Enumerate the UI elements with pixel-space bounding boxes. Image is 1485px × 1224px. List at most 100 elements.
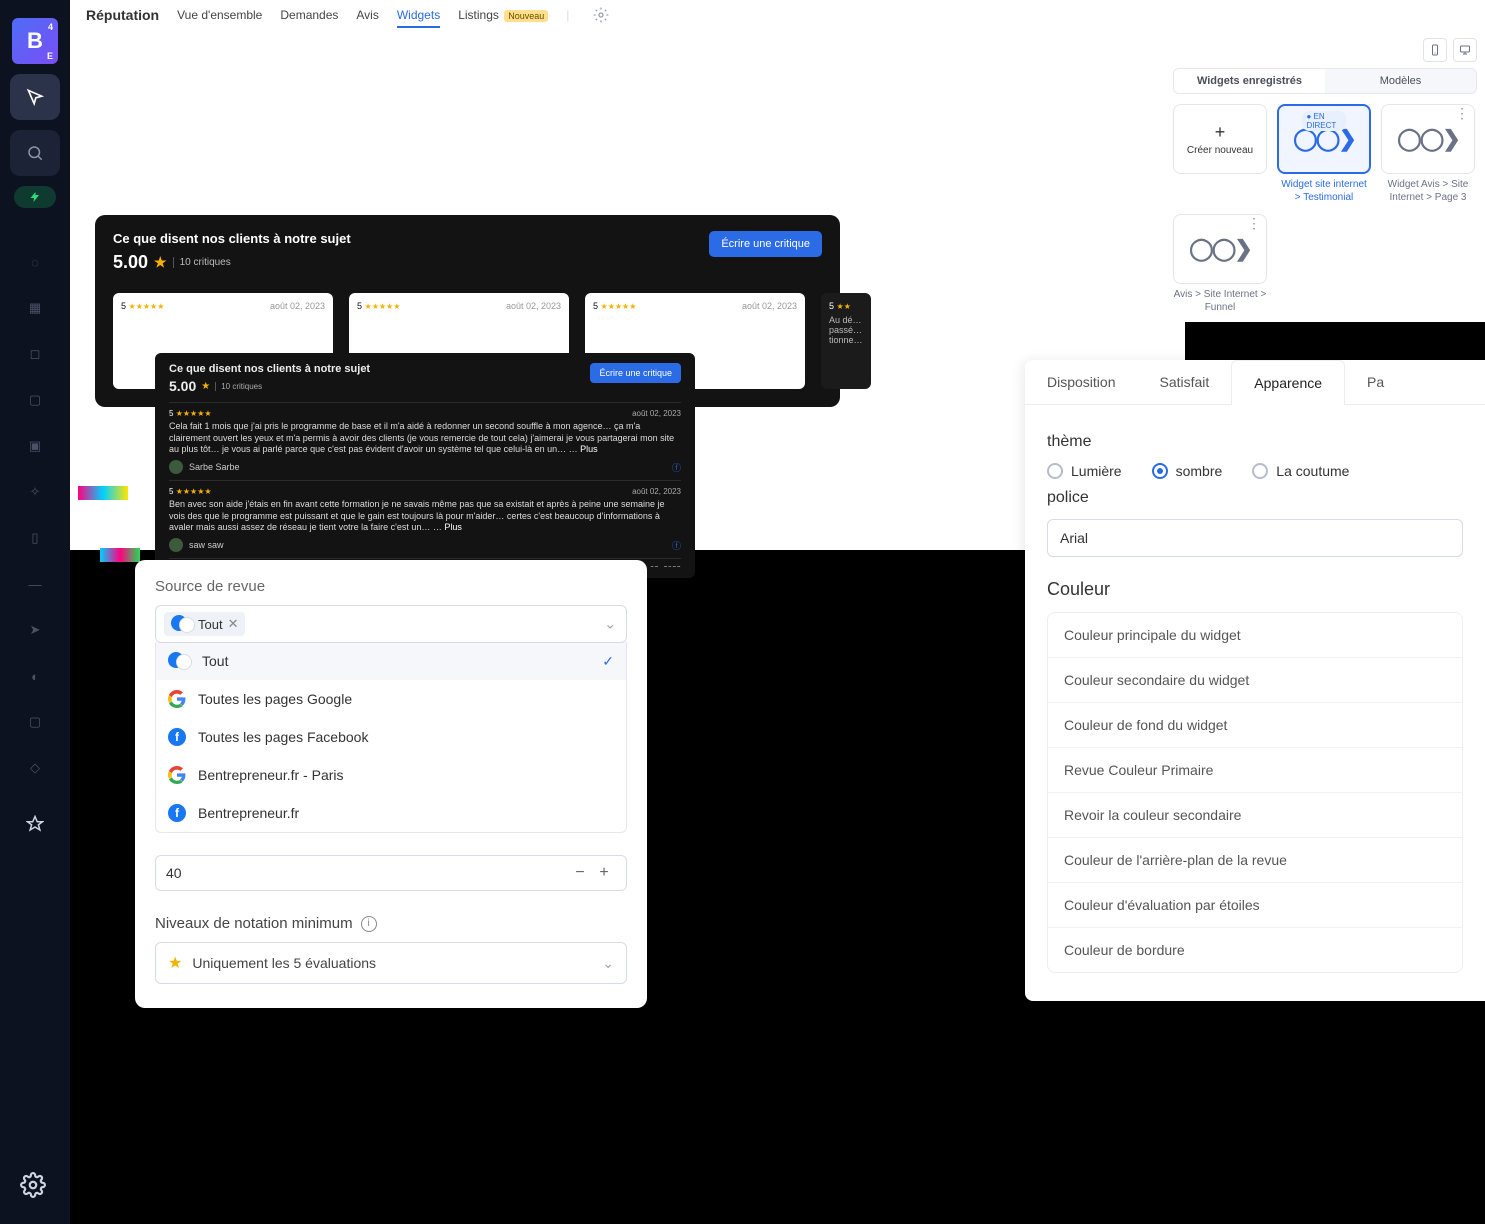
theme-title: thème xyxy=(1047,433,1463,451)
rail-cursor-icon[interactable] xyxy=(10,74,60,120)
google-icon xyxy=(168,766,186,784)
color-item[interactable]: Couleur secondaire du widget xyxy=(1048,657,1462,702)
font-select[interactable]: Arial xyxy=(1047,519,1463,557)
source-option[interactable]: Bentrepreneur.fr - Paris xyxy=(156,756,626,794)
all-sources-icon xyxy=(168,652,190,670)
chip-remove-icon[interactable]: ✕ xyxy=(228,616,239,632)
rail-search-icon[interactable] xyxy=(10,130,60,176)
tab-listings[interactable]: Listings Nouveau xyxy=(458,8,548,22)
font-title: police xyxy=(1047,489,1463,507)
rail-item-3[interactable]: ◻ xyxy=(25,344,45,364)
star-icon: ★ xyxy=(168,953,182,973)
more-icon[interactable]: ⋮ xyxy=(1455,109,1469,117)
stepper-plus[interactable]: + xyxy=(592,864,616,882)
source-search-input[interactable] xyxy=(251,615,618,634)
source-option[interactable]: fBentrepreneur.fr xyxy=(156,794,626,832)
page-title: Réputation xyxy=(86,7,159,23)
facebook-icon: f xyxy=(168,804,186,822)
rail-item-12[interactable]: ◇ xyxy=(25,758,45,778)
create-widget-card[interactable]: + Créer nouveau xyxy=(1173,104,1267,174)
color-item[interactable]: Revue Couleur Primaire xyxy=(1048,747,1462,792)
tab-models[interactable]: Modèles xyxy=(1325,69,1476,93)
stepper-minus[interactable]: − xyxy=(568,864,592,882)
color-item[interactable]: Couleur de l'arrière-plan de la revue xyxy=(1048,837,1462,882)
color-item[interactable]: Couleur de bordure xyxy=(1048,927,1462,972)
rail-item-10[interactable]: ◐ xyxy=(25,666,45,686)
source-panel: Source de revue Tout ✕ ⌄ Tout✓Toutes les… xyxy=(135,560,647,1008)
review-list-item[interactable]: 5 ★★★★★août 02, 2023Cela fait 1 mois que… xyxy=(169,402,681,480)
left-rail: B4E ◌ ▦ ◻ ▢ ▣ ✧ ▯ — ➤ ◐ ▢ ◇ xyxy=(0,0,70,1224)
tab-requests[interactable]: Demandes xyxy=(280,8,338,22)
avatar xyxy=(169,538,183,552)
review-list[interactable]: 5 ★★★★★août 02, 2023Cela fait 1 mois que… xyxy=(169,402,681,567)
tab-overview[interactable]: Vue d'ensemble xyxy=(177,8,262,22)
tab-disposition[interactable]: Disposition xyxy=(1025,360,1137,404)
top-nav: Réputation Vue d'ensemble Demandes Avis … xyxy=(70,0,1485,30)
tab-reviews[interactable]: Avis xyxy=(356,8,378,22)
rail-item-star[interactable] xyxy=(25,814,45,834)
source-dropdown: Tout✓Toutes les pages GooglefToutes les … xyxy=(155,642,627,833)
device-desktop-icon[interactable] xyxy=(1453,38,1477,62)
new-badge: Nouveau xyxy=(504,10,548,22)
widget-card-funnel[interactable]: ⋮ ◯◯❯ xyxy=(1173,214,1267,284)
tab-appearance[interactable]: Apparence xyxy=(1231,360,1345,405)
source-option[interactable]: Toutes les pages Google xyxy=(156,680,626,718)
widgets-panel: Widgets enregistrés Modèles + Créer nouv… xyxy=(1165,30,1485,322)
google-icon xyxy=(168,690,186,708)
color-title: Couleur xyxy=(1047,579,1463,600)
source-title: Source de revue xyxy=(155,578,627,595)
rail-item-8[interactable]: — xyxy=(25,574,45,594)
min-rating-select[interactable]: ★ Uniquement les 5 évaluations ⌄ xyxy=(155,942,627,984)
info-icon[interactable]: i xyxy=(361,916,377,932)
widget-card-page3[interactable]: ⋮ ◯◯❯ xyxy=(1381,104,1475,174)
rail-settings-icon[interactable] xyxy=(20,1172,50,1202)
review-card-dark[interactable]: 5 ★★ Au dé… passé… tionne… xyxy=(821,293,871,389)
color-item[interactable]: Revoir la couleur secondaire xyxy=(1048,792,1462,837)
more-icon[interactable]: ⋮ xyxy=(1247,219,1261,227)
decorative-stripe xyxy=(78,486,128,500)
rail-item-6[interactable]: ✧ xyxy=(25,482,45,502)
tab-pa[interactable]: Pa xyxy=(1345,360,1406,404)
source-option[interactable]: fToutes les pages Facebook xyxy=(156,718,626,756)
rail-item-9[interactable]: ➤ xyxy=(25,620,45,640)
appearance-panel: Disposition Satisfait Apparence Pa thème… xyxy=(1025,360,1485,1001)
preview2-heading: Ce que disent nos clients à notre sujet xyxy=(169,363,370,375)
widget-glyph-icon: ◯◯❯ xyxy=(1189,236,1251,262)
tab-registered-widgets[interactable]: Widgets enregistrés xyxy=(1174,69,1325,93)
color-item[interactable]: Couleur principale du widget xyxy=(1048,613,1462,657)
review-list-item[interactable]: 5 ★★★★★août 02, 2023Ben avec son aide j'… xyxy=(169,480,681,558)
tab-content[interactable]: Satisfait xyxy=(1137,360,1231,404)
write-review-button-2[interactable]: Écrire une critique xyxy=(590,363,681,383)
plus-icon: + xyxy=(1215,122,1226,143)
source-option[interactable]: Tout✓ xyxy=(156,642,626,680)
widget-label[interactable]: Widget site internet > Testimonial xyxy=(1277,178,1371,204)
decorative-stripe xyxy=(100,548,140,562)
preview2-rating: 5.00 ★ 10 critiques xyxy=(169,378,370,394)
rail-item-4[interactable]: ▢ xyxy=(25,390,45,410)
rail-item-2[interactable]: ▦ xyxy=(25,298,45,318)
logo[interactable]: B4E xyxy=(12,18,58,64)
rail-bolt-icon[interactable] xyxy=(14,186,56,208)
tab-widgets[interactable]: Widgets xyxy=(397,8,440,28)
rail-item-1[interactable]: ◌ xyxy=(25,252,45,272)
min-rating-title: Niveaux de notation minimum i xyxy=(155,915,627,932)
rail-item-11[interactable]: ▢ xyxy=(25,712,45,732)
rail-item-7[interactable]: ▯ xyxy=(25,528,45,548)
device-mobile-icon[interactable] xyxy=(1423,38,1447,62)
widget-label[interactable]: Avis > Site Internet > Funnel xyxy=(1173,288,1267,314)
source-chip[interactable]: Tout ✕ xyxy=(164,612,245,636)
radio-dark[interactable]: sombre xyxy=(1152,463,1223,479)
write-review-button[interactable]: Écrire une critique xyxy=(709,231,822,257)
color-item[interactable]: Couleur de fond du widget xyxy=(1048,702,1462,747)
widget-label[interactable]: Widget Avis > Site Internet > Page 3 xyxy=(1381,178,1475,204)
appearance-tabs: Disposition Satisfait Apparence Pa xyxy=(1025,360,1485,405)
rail-item-5[interactable]: ▣ xyxy=(25,436,45,456)
avatar xyxy=(169,460,183,474)
radio-light[interactable]: Lumière xyxy=(1047,463,1122,479)
radio-custom[interactable]: La coutume xyxy=(1252,463,1349,479)
count-stepper[interactable]: 40 − + xyxy=(155,855,627,891)
source-multiselect[interactable]: Tout ✕ ⌄ xyxy=(155,605,627,643)
color-item[interactable]: Couleur d'évaluation par étoiles xyxy=(1048,882,1462,927)
widget-card-testimonial[interactable]: ● EN DIRECT ◯◯❯ xyxy=(1277,104,1371,174)
nav-gear-icon[interactable] xyxy=(593,7,609,23)
